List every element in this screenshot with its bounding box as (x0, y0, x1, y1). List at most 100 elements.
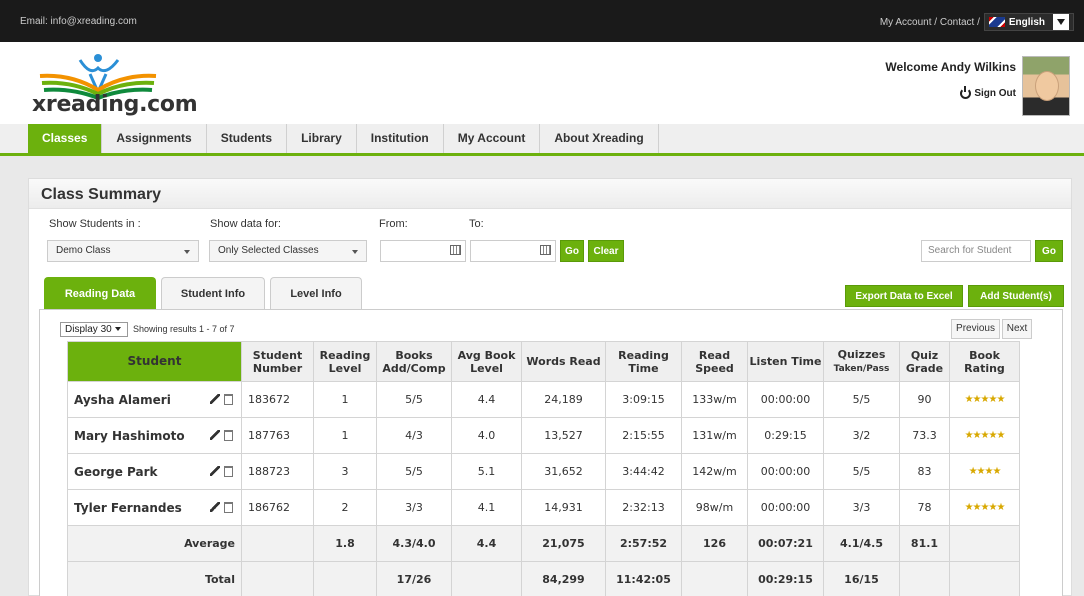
class-summary-panel: Class Summary Show Students in : Show da… (28, 178, 1072, 596)
col-reading-level[interactable]: Reading Level (313, 341, 377, 382)
nav-classes[interactable]: Classes (28, 124, 103, 153)
to-date-input[interactable] (470, 240, 556, 262)
panel-header: Class Summary (29, 179, 1071, 209)
trash-icon[interactable] (224, 430, 233, 441)
nav-my-account[interactable]: My Account (443, 124, 541, 153)
table-row: Mary Hashimoto 187763 1 4/3 4.0 13,527 2… (67, 417, 1020, 454)
avatar[interactable] (1022, 56, 1070, 116)
total-quizzes: 16/15 (823, 561, 900, 596)
col-avg-book-level[interactable]: Avg Book Level (451, 341, 522, 382)
quizzes-taken-pass: 5/5 (823, 381, 900, 418)
account-contact-links[interactable]: My Account / Contact / (880, 17, 980, 28)
nav-students[interactable]: Students (206, 124, 288, 153)
language-selector[interactable]: English (983, 13, 1074, 31)
welcome-message: Welcome Andy Wilkins (885, 60, 1016, 74)
clear-button[interactable]: Clear (588, 240, 624, 262)
total-quiz-grade (899, 561, 950, 596)
nav-assignments[interactable]: Assignments (102, 124, 207, 153)
average-quiz-grade: 81.1 (899, 525, 950, 562)
search-go-button[interactable]: Go (1035, 240, 1063, 262)
col-read-speed[interactable]: Read Speed (681, 341, 748, 382)
tab-reading-data[interactable]: Reading Data (44, 277, 156, 309)
uk-flag-icon (988, 17, 1005, 27)
search-input[interactable]: Search for Student (921, 240, 1031, 262)
data-filter-value: Only Selected Classes (218, 245, 319, 256)
calendar-icon[interactable] (540, 245, 551, 255)
col-book-rating[interactable]: Book Rating (949, 341, 1020, 382)
quiz-grade: 78 (899, 489, 950, 526)
student-name[interactable]: Mary Hashimoto (74, 429, 185, 443)
pencil-icon[interactable] (210, 430, 220, 440)
col-quiz-grade[interactable]: Quiz Grade (899, 341, 950, 382)
chevron-down-icon (184, 250, 190, 254)
col-reading-time[interactable]: Reading Time (605, 341, 682, 382)
tab-student-info[interactable]: Student Info (161, 277, 265, 309)
student-name[interactable]: George Park (74, 465, 158, 479)
average-books: 4.3/4.0 (376, 525, 452, 562)
total-label: Total (67, 561, 242, 596)
display-count-select[interactable]: Display 30 (60, 322, 128, 337)
go-button[interactable]: Go (560, 240, 584, 262)
read-speed: 142w/m (681, 453, 748, 490)
class-select[interactable]: Demo Class (47, 240, 199, 262)
site-header: xreading.com Welcome Andy Wilkins Sign O… (0, 42, 1084, 124)
from-date-input[interactable] (380, 240, 466, 262)
col-quizzes[interactable]: Quizzes Taken/Pass (823, 341, 900, 382)
main-nav: Classes Assignments Students Library Ins… (0, 124, 1084, 156)
quizzes-label: Quizzes (837, 347, 886, 361)
student-name-cell[interactable]: Tyler Fernandes (67, 489, 242, 526)
table-row: Tyler Fernandes 186762 2 3/3 4.1 14,931 … (67, 489, 1020, 526)
reading-time: 3:44:42 (605, 453, 682, 490)
col-listen-time[interactable]: Listen Time (747, 341, 824, 382)
student-name-cell[interactable]: Aysha Alameri (67, 381, 242, 418)
total-reading-level (313, 561, 377, 596)
student-name[interactable]: Tyler Fernandes (74, 501, 182, 515)
pencil-icon[interactable] (210, 394, 220, 404)
average-book-rating (949, 525, 1020, 562)
total-words-read: 84,299 (521, 561, 606, 596)
student-name-cell[interactable]: George Park (67, 453, 242, 490)
data-filter-select[interactable]: Only Selected Classes (209, 240, 367, 262)
nav-institution[interactable]: Institution (356, 124, 444, 153)
col-words-read[interactable]: Words Read (521, 341, 606, 382)
col-student[interactable]: Student (67, 341, 242, 382)
book-rating-stars: ★★★★★ (949, 381, 1020, 418)
nav-library[interactable]: Library (287, 124, 357, 153)
average-row: Average 1.8 4.3/4.0 4.4 21,075 2:57:52 1… (67, 525, 1020, 562)
books-add-comp: 4/3 (376, 417, 452, 454)
nav-about-xreading[interactable]: About Xreading (540, 124, 659, 153)
reading-level: 2 (313, 489, 377, 526)
next-button[interactable]: Next (1002, 319, 1032, 339)
average-read-speed: 126 (681, 525, 748, 562)
col-books[interactable]: Books Add/Comp (376, 341, 452, 382)
average-listen-time: 00:07:21 (747, 525, 824, 562)
chevron-down-icon[interactable] (1053, 14, 1069, 30)
add-students-button[interactable]: Add Student(s) (968, 285, 1064, 307)
sign-out-button[interactable]: Sign Out (960, 86, 1016, 99)
read-speed: 131w/m (681, 417, 748, 454)
trash-icon[interactable] (224, 502, 233, 513)
books-add-comp: 5/5 (376, 453, 452, 490)
calendar-icon[interactable] (450, 245, 461, 255)
sign-out-label: Sign Out (974, 88, 1016, 99)
previous-button[interactable]: Previous (951, 319, 1000, 339)
trash-icon[interactable] (224, 394, 233, 405)
tab-level-info[interactable]: Level Info (270, 277, 362, 309)
trash-icon[interactable] (224, 466, 233, 477)
quiz-grade: 90 (899, 381, 950, 418)
student-name[interactable]: Aysha Alameri (74, 393, 171, 407)
logo-text[interactable]: xreading.com (32, 92, 198, 117)
contact-email[interactable]: Email: info@xreading.com (20, 16, 137, 27)
total-read-speed (681, 561, 748, 596)
col-student-number[interactable]: Student Number (241, 341, 314, 382)
avg-book-level: 4.4 (451, 381, 522, 418)
average-quizzes: 4.1/4.5 (823, 525, 900, 562)
book-rating-stars: ★★★★★ (949, 417, 1020, 454)
avg-book-level: 5.1 (451, 453, 522, 490)
student-name-cell[interactable]: Mary Hashimoto (67, 417, 242, 454)
student-number: 186762 (241, 489, 314, 526)
pencil-icon[interactable] (210, 502, 220, 512)
pencil-icon[interactable] (210, 466, 220, 476)
chevron-down-icon (352, 250, 358, 254)
export-excel-button[interactable]: Export Data to Excel (845, 285, 963, 307)
